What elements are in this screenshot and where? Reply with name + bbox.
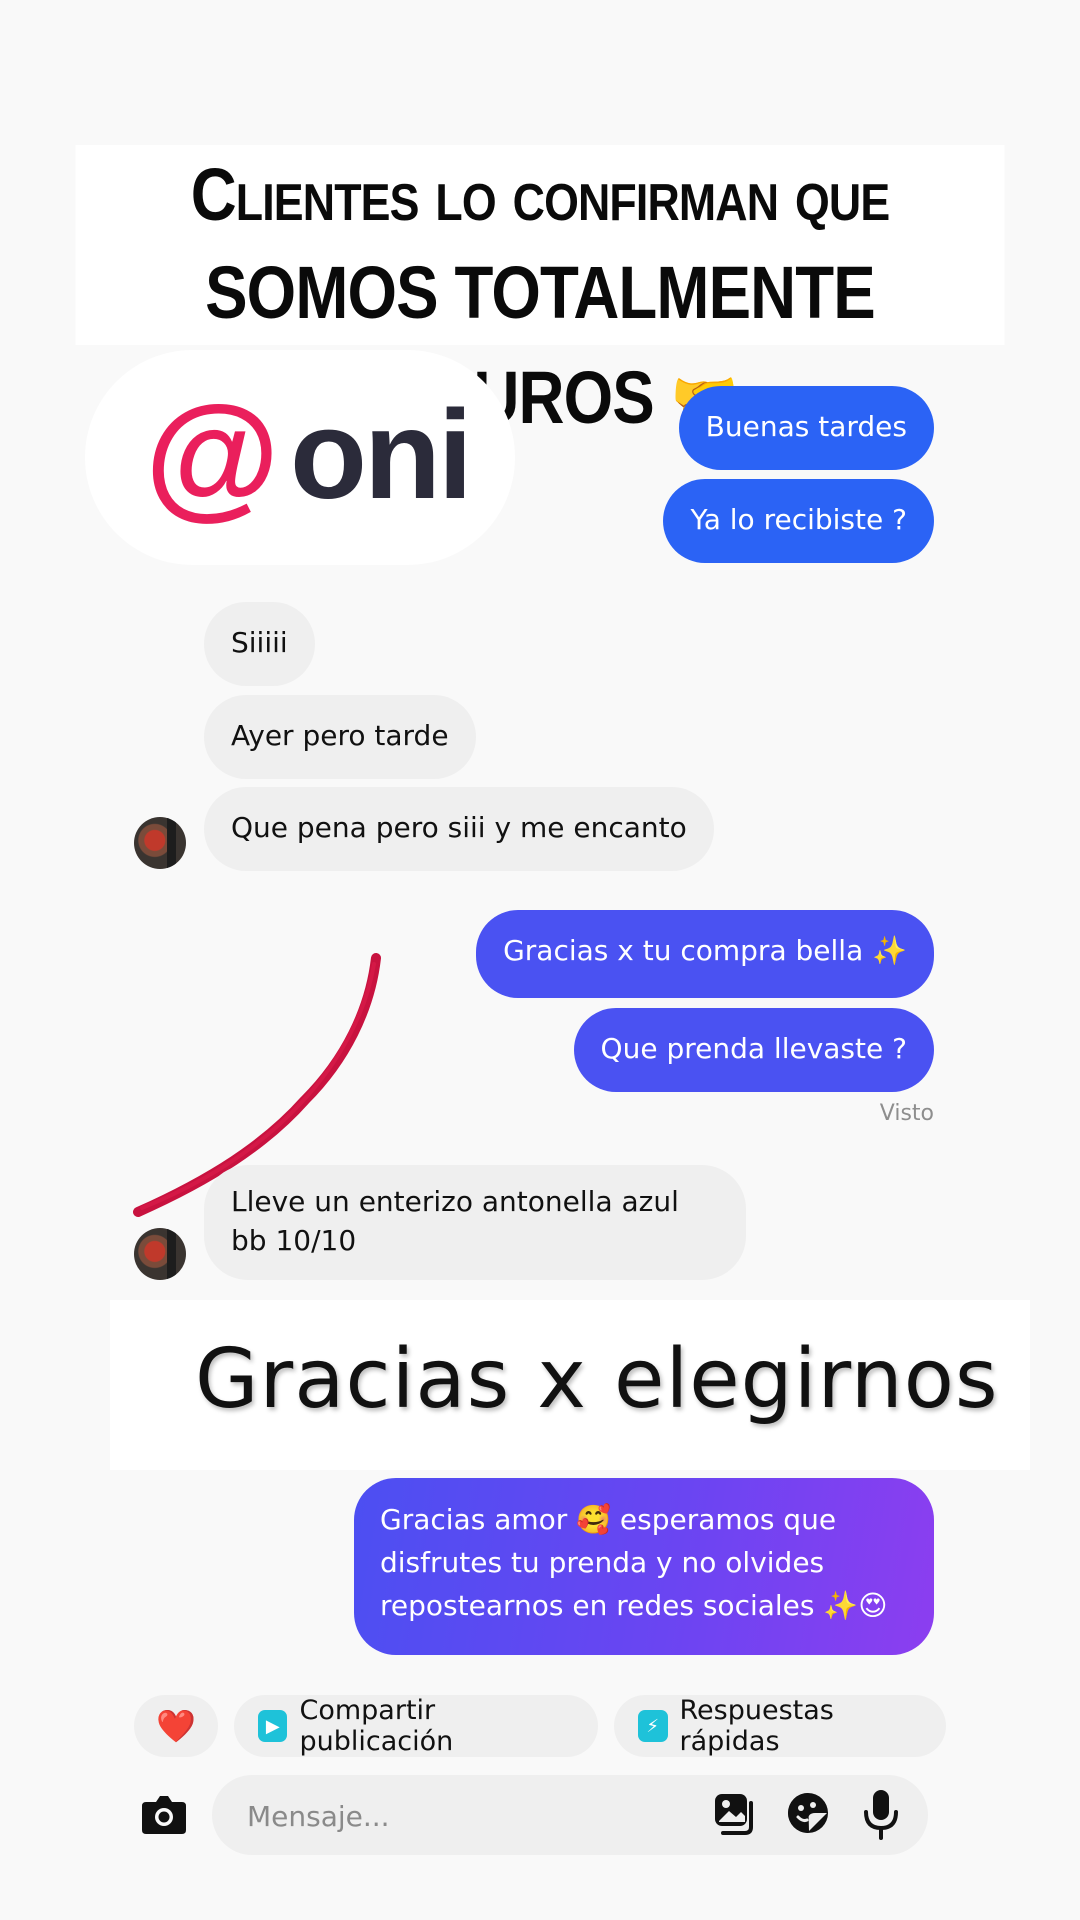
message-incoming[interactable]: Lleve un enterizo antonella azul bb 10/1…: [204, 1165, 746, 1280]
message-input[interactable]: [245, 1792, 669, 1840]
share-post-icon: ▶: [258, 1710, 288, 1742]
share-post-label: Compartir publicación: [299, 1695, 454, 1757]
message-outgoing[interactable]: Buenas tardes: [678, 386, 934, 470]
heart-icon: ❤️: [156, 1707, 196, 1745]
quick-replies-label: Respuestas rápidas: [679, 1695, 834, 1757]
headline-line-1: Clientes lo confirman que: [75, 145, 1005, 245]
avatar[interactable]: [134, 1228, 186, 1280]
camera-icon[interactable]: [140, 1792, 188, 1836]
headline-text-1: Clientes lo confirman que: [190, 153, 890, 236]
message-outgoing[interactable]: Que prenda llevaste ?: [573, 1008, 934, 1092]
sticker-icon[interactable]: [785, 1790, 831, 1838]
microphone-icon[interactable]: [862, 1788, 900, 1840]
heart-button[interactable]: ❤️: [134, 1695, 218, 1757]
slogan-text: Gracias x elegirnos: [195, 1332, 999, 1427]
message-outgoing[interactable]: Gracias amor 🥰 esperamos que disfrutes t…: [354, 1478, 934, 1655]
gallery-icon[interactable]: [712, 1791, 758, 1837]
logo-name: oni: [290, 384, 473, 525]
message-incoming[interactable]: Ayer pero tarde: [204, 695, 476, 779]
message-outgoing[interactable]: Gracias x tu compra bella ✨: [476, 910, 934, 998]
headline-line-2: somos totalmente seguros 🤝: [75, 240, 1005, 439]
message-incoming[interactable]: Que pena pero siii y me encanto: [204, 787, 714, 871]
avatar[interactable]: [134, 817, 186, 869]
share-post-button[interactable]: ▶ Compartir publicación: [234, 1695, 598, 1757]
quick-reply-icon: ⚡: [638, 1710, 668, 1742]
seen-status: Visto: [879, 1101, 934, 1126]
logo-at-symbol: @: [145, 378, 280, 532]
message-outgoing[interactable]: Ya lo recibiste ?: [663, 479, 934, 563]
message-incoming[interactable]: Siiiii: [204, 602, 315, 686]
quick-replies-button[interactable]: ⚡ Respuestas rápidas: [614, 1695, 946, 1757]
